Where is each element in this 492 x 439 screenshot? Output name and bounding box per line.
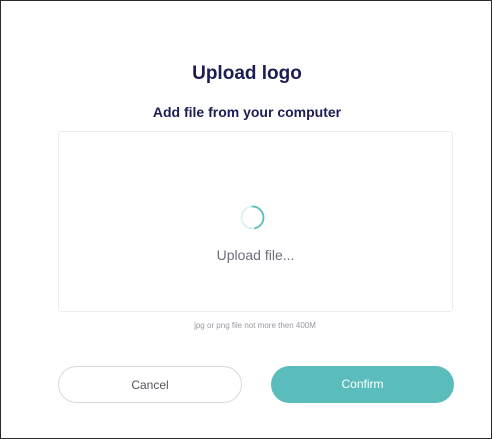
cancel-button[interactable]: Cancel [58,366,242,403]
upload-status-text: Upload file... [216,247,295,263]
confirm-button[interactable]: Confirm [271,366,454,403]
modal-title: Upload logo [192,63,302,84]
upload-logo-screen: Upload logo Add file from your computer … [0,0,492,439]
loading-spinner-icon [240,205,265,230]
modal-subtitle: Add file from your computer [152,104,342,120]
file-format-hint: jpg or png file not more then 400M [194,321,316,330]
upload-logo-dialog: Upload logo Add file from your computer … [0,0,492,439]
file-dropzone[interactable]: Upload file... [58,131,453,312]
